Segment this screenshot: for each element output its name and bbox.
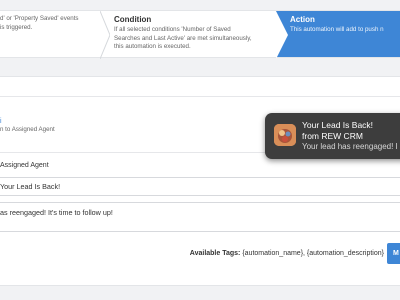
step-trigger-desc-line: d' or 'Property Saved' events xyxy=(0,15,79,22)
notification-sender: from REW CRM xyxy=(302,131,363,141)
step-trigger-desc-line: is triggered. xyxy=(0,23,33,31)
available-tags-label: Available Tags: xyxy=(189,250,241,257)
step-trigger[interactable]: d' or 'Property Saved' events is trigger… xyxy=(0,11,110,59)
subject-input[interactable]: Your Lead Is Back! xyxy=(0,177,400,196)
step-trigger-desc: d' or 'Property Saved' events is trigger… xyxy=(0,15,90,32)
panel-divider xyxy=(0,96,400,97)
step-condition-title: Condition xyxy=(114,15,152,24)
message-textarea[interactable]: as reengaged! It's time to follow up! xyxy=(0,202,400,232)
notification-title: Your Lead Is Back! xyxy=(302,120,374,130)
step-condition-desc-line: If all selected conditions 'Number of Sa… xyxy=(114,26,231,33)
assigned-agent-label: Assigned Agent xyxy=(0,162,49,169)
step-active-arrow xyxy=(276,11,288,59)
step-condition[interactable]: Condition If all selected conditions 'Nu… xyxy=(100,11,276,57)
step-action[interactable]: Action This automation will add to push … xyxy=(276,11,400,59)
available-tags-value: {automation_name}, {automation_descripti… xyxy=(242,250,384,257)
notification-message: Your lead has reengaged! I xyxy=(302,142,398,151)
automation-editor: d' or 'Property Saved' events is trigger… xyxy=(0,0,400,300)
push-notification-preview: Your Lead Is Back! from REW CRM Your lea… xyxy=(265,113,400,159)
automation-steps: d' or 'Property Saved' events is trigger… xyxy=(0,10,400,59)
available-tags: Available Tags: {automation_name}, {auto… xyxy=(190,250,384,257)
step-condition-desc: If all selected conditions 'Number of Sa… xyxy=(114,26,266,52)
step-action-title: Action xyxy=(290,15,315,24)
step-condition-desc-line: this automation is executed. xyxy=(114,43,191,50)
step-condition-desc-line: Searches and Last Active' are met simult… xyxy=(114,34,252,42)
crm-app-icon xyxy=(274,124,296,146)
info-link[interactable]: i xyxy=(0,118,2,125)
step-action-desc: This automation will add to push n xyxy=(290,26,384,33)
recipient-label: n to Assigned Agent xyxy=(0,126,55,133)
insert-tag-button[interactable]: M xyxy=(387,243,400,264)
